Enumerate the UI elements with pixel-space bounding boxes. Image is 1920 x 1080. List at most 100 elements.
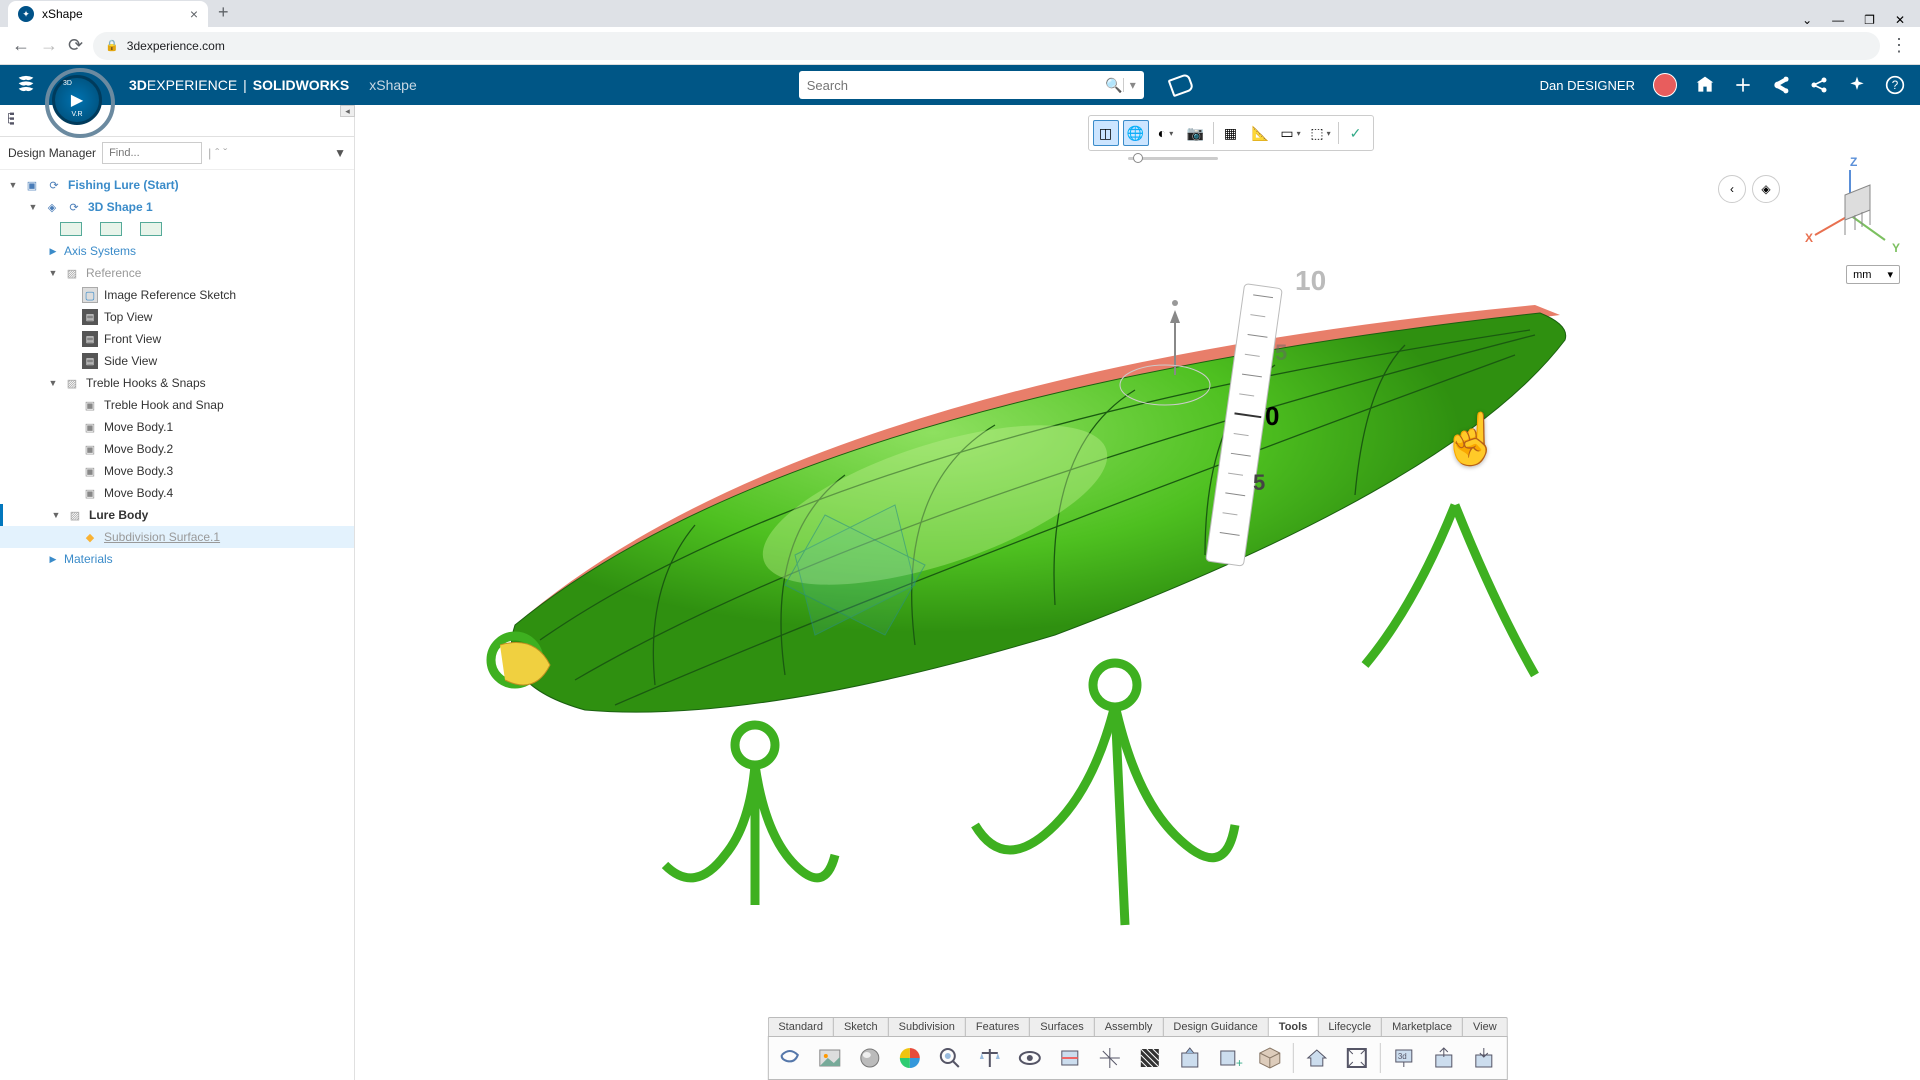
view-nav: ‹ ◈ [1718, 175, 1780, 203]
find-next-icon[interactable]: ˇ [223, 146, 227, 160]
plane-zx-icon[interactable] [140, 222, 162, 236]
command-tab-view[interactable]: View [1463, 1018, 1507, 1036]
find-input[interactable] [102, 142, 202, 164]
section-tool-icon[interactable] [1052, 1041, 1086, 1075]
tree-item[interactable]: ▤ Front View [0, 328, 354, 350]
tree-3dshape[interactable]: ◈ ⟳ 3D Shape 1 [0, 196, 354, 218]
browser-tab[interactable]: ✦ xShape × [8, 1, 208, 27]
tree-subdivision-surface[interactable]: ◆ Subdivision Surface.1 [0, 526, 354, 548]
select-icon[interactable]: ▭ [1278, 120, 1304, 146]
fit-view-icon[interactable] [1339, 1041, 1373, 1075]
tree-materials[interactable]: Materials [0, 548, 354, 570]
texture-tool-icon[interactable] [1132, 1041, 1166, 1075]
add-plane-icon[interactable]: + [1212, 1041, 1246, 1075]
grid-icon[interactable]: ▦ [1218, 120, 1244, 146]
forward-icon[interactable]: → [40, 35, 58, 56]
symmetry-icon[interactable]: ◫ [1093, 120, 1119, 146]
shading-icon[interactable]: ◐ [1153, 120, 1179, 146]
command-tab-surfaces[interactable]: Surfaces [1030, 1018, 1094, 1036]
tree-hooks[interactable]: ▨ Treble Hooks & Snaps [0, 372, 354, 394]
tree-item[interactable]: ▣ Move Body.4 [0, 482, 354, 504]
filter-icon[interactable]: ▼ [334, 146, 346, 160]
home-view-icon[interactable] [1299, 1041, 1333, 1075]
close-icon[interactable]: ✕ [1895, 13, 1905, 27]
tree-item[interactable]: ▣ Move Body.2 [0, 438, 354, 460]
url-field[interactable]: 🔒 3dexperience.com [93, 32, 1880, 60]
reload-icon[interactable]: ⟳ [68, 35, 83, 56]
help-icon[interactable]: ? [1885, 75, 1905, 95]
avatar[interactable] [1653, 73, 1677, 97]
tree-item[interactable]: ▣ Treble Hook and Snap [0, 394, 354, 416]
sphere-tool-icon[interactable] [852, 1041, 886, 1075]
command-tab-design-guidance[interactable]: Design Guidance [1163, 1018, 1268, 1036]
chevron-down-icon[interactable]: ⌄ [1802, 13, 1812, 27]
globe-icon[interactable]: 🌐 [1123, 120, 1149, 146]
share-icon[interactable] [1771, 75, 1791, 95]
measure-icon[interactable]: 📐 [1248, 120, 1274, 146]
publish-tool-icon[interactable] [1172, 1041, 1206, 1075]
command-tab-tools[interactable]: Tools [1269, 1018, 1319, 1036]
tag-icon[interactable] [1167, 73, 1194, 97]
units-dropdown[interactable]: mm▾ [1846, 265, 1900, 284]
search-box[interactable]: 🔍 ▾ [799, 71, 1144, 99]
search-icon[interactable]: 🔍 [1105, 77, 1122, 94]
check-icon[interactable]: ✓ [1343, 120, 1369, 146]
command-tab-sketch[interactable]: Sketch [834, 1018, 889, 1036]
tree-item[interactable]: ▤ Top View [0, 306, 354, 328]
lasso-tool-icon[interactable] [772, 1041, 806, 1075]
viewport[interactable]: 10 5 0 5 ☝ ◫ 🌐 ◐ 📷 ▦ 📐 ▭ ⬚ ✓ [355, 105, 1920, 1080]
plane-xy-icon[interactable] [60, 222, 82, 236]
command-tab-marketplace[interactable]: Marketplace [1382, 1018, 1463, 1036]
tree-item[interactable]: ▣ Move Body.1 [0, 416, 354, 438]
svg-text:5: 5 [1253, 470, 1265, 495]
tree-lure-body[interactable]: ▨ Lure Body [0, 504, 354, 526]
camera-icon[interactable]: 📷 [1183, 120, 1209, 146]
back-icon[interactable]: ← [12, 35, 30, 56]
command-tab-lifecycle[interactable]: Lifecycle [1318, 1018, 1382, 1036]
color-tool-icon[interactable] [892, 1041, 926, 1075]
new-tab-button[interactable]: + [208, 0, 239, 27]
tree-axis-systems[interactable]: Axis Systems [0, 240, 354, 262]
view-cube-icon[interactable]: ◈ [1752, 175, 1780, 203]
box-icon[interactable]: ⬚ [1308, 120, 1334, 146]
minimize-icon[interactable]: — [1832, 13, 1844, 27]
image-tool-icon[interactable] [812, 1041, 846, 1075]
command-tab-subdivision[interactable]: Subdivision [889, 1018, 966, 1036]
tree-root[interactable]: ▣ ⟳ Fishing Lure (Start) [0, 174, 354, 196]
home-icon[interactable] [1695, 75, 1715, 95]
prev-view-icon[interactable]: ‹ [1718, 175, 1746, 203]
collaborate-icon[interactable] [1809, 75, 1829, 95]
tab-close-icon[interactable]: × [190, 6, 198, 22]
import-tool-icon[interactable] [1466, 1041, 1500, 1075]
plane-yz-icon[interactable] [100, 222, 122, 236]
search-dropdown-icon[interactable]: ▾ [1123, 78, 1136, 92]
export-tool-icon[interactable] [1426, 1041, 1460, 1075]
spark-icon[interactable] [1847, 75, 1867, 95]
inspect-tool-icon[interactable] [1012, 1041, 1046, 1075]
maximize-icon[interactable]: ❐ [1864, 13, 1875, 27]
quality-slider[interactable] [1128, 153, 1218, 163]
browser-menu-icon[interactable]: ⋮ [1890, 35, 1908, 56]
tree-reference[interactable]: ▨ Reference [0, 262, 354, 284]
command-tab-features[interactable]: Features [966, 1018, 1030, 1036]
pkg-tool-icon[interactable] [1252, 1041, 1286, 1075]
tree-planes[interactable] [0, 218, 354, 240]
compass-icon[interactable]: ▶ V.R 3D [52, 75, 102, 125]
balance-tool-icon[interactable] [972, 1041, 1006, 1075]
find-prev-icon[interactable]: ˆ [215, 146, 219, 160]
command-tab-standard[interactable]: Standard [768, 1018, 834, 1036]
search-input[interactable] [807, 78, 1106, 93]
analyze-tool-icon[interactable] [932, 1041, 966, 1075]
svg-text:?: ? [1892, 79, 1899, 92]
tree-item[interactable]: ▤ Side View [0, 350, 354, 372]
tree-item[interactable]: ▢ Image Reference Sketch [0, 284, 354, 306]
tree-item[interactable]: ▣ Move Body.3 [0, 460, 354, 482]
tree-tab-icon[interactable] [8, 111, 28, 127]
ds-logo-icon[interactable] [15, 74, 37, 96]
panel-collapse-icon[interactable]: ◂ [340, 105, 355, 117]
axis-tool-icon[interactable] [1092, 1041, 1126, 1075]
command-tab-assembly[interactable]: Assembly [1095, 1018, 1164, 1036]
plus-icon[interactable] [1733, 75, 1753, 95]
3dprint-tool-icon[interactable]: 3d [1386, 1041, 1420, 1075]
orientation-triad[interactable]: Z X Y [1800, 155, 1900, 255]
